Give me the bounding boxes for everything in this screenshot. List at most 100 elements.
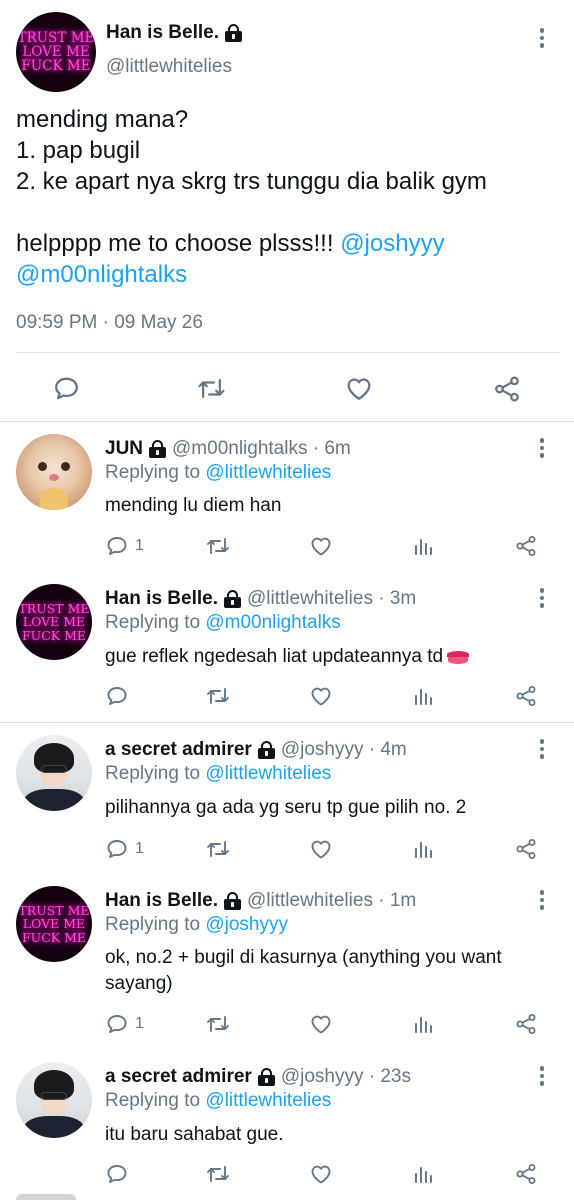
more-options-icon[interactable] bbox=[539, 28, 545, 48]
replying-prefix: Replying to bbox=[105, 914, 206, 935]
display-name[interactable]: JUN bbox=[105, 438, 143, 460]
reply-tweet[interactable]: JUN @m00nlightalks · 6m Replying to @lit… bbox=[0, 422, 574, 572]
reply-text: pilihannya ga ada yg seru tp gue pilih n… bbox=[105, 797, 467, 818]
tweet-text-line: 1. pap bugil bbox=[16, 137, 141, 164]
reply-tweet[interactable]: a secret admirer @joshyyy · 23s Replying… bbox=[0, 1050, 574, 1200]
handle-time: @littlewhitelies · 3m bbox=[247, 588, 417, 609]
tweet-text-line: @m00nlightalks bbox=[16, 259, 561, 290]
tweet-text-segment: helpppp me to choose plsss!!! bbox=[16, 230, 341, 257]
replying-prefix: Replying to bbox=[105, 612, 206, 633]
replying-to: Replying to @joshyyy bbox=[105, 914, 288, 936]
reply-text: itu baru sahabat gue. bbox=[105, 1124, 284, 1145]
reply-count: 1 bbox=[135, 840, 144, 857]
share-icon[interactable] bbox=[514, 684, 538, 708]
reply-tweet[interactable]: TRUST ME LOVE ME FUCK ME Han is Belle. @… bbox=[0, 572, 574, 722]
share-icon[interactable] bbox=[514, 1012, 538, 1036]
mention-link[interactable]: @joshyyy bbox=[205, 914, 288, 935]
more-options-icon[interactable] bbox=[539, 1066, 545, 1086]
display-name[interactable]: Han is Belle. bbox=[106, 22, 242, 44]
like-icon[interactable] bbox=[344, 374, 374, 403]
handle-time: @joshyyy · 23s bbox=[280, 1066, 411, 1087]
display-name-text: Han is Belle. bbox=[106, 22, 219, 43]
share-icon[interactable] bbox=[514, 1162, 538, 1186]
mention-link[interactable]: @m00nlightalks bbox=[205, 612, 340, 633]
reply-tweet[interactable]: TRUST ME LOVE ME FUCK ME Han is Belle. @… bbox=[0, 874, 574, 1054]
reply-icon[interactable]: 1 bbox=[105, 534, 144, 558]
display-name[interactable]: Han is Belle. bbox=[105, 588, 218, 610]
more-options-icon[interactable] bbox=[539, 890, 545, 910]
reply-icon[interactable]: 1 bbox=[105, 1012, 144, 1036]
analytics-icon[interactable] bbox=[413, 684, 435, 708]
reply-header: a secret admirer @joshyyy · 4m bbox=[105, 739, 407, 761]
avatar-text-line: LOVE ME bbox=[22, 916, 86, 932]
reply-count: 1 bbox=[135, 537, 144, 554]
neon-sign-image: TRUST ME LOVE ME FUCK ME bbox=[16, 584, 92, 660]
lock-icon bbox=[257, 741, 275, 759]
avatar[interactable]: TRUST ME LOVE ME FUCK ME bbox=[16, 584, 92, 660]
avatar[interactable] bbox=[16, 735, 92, 811]
lock-icon bbox=[225, 24, 242, 42]
retweet-icon[interactable] bbox=[205, 684, 231, 708]
display-name[interactable]: Han is Belle. bbox=[105, 890, 218, 912]
display-name[interactable]: a secret admirer bbox=[105, 1066, 252, 1088]
analytics-icon[interactable] bbox=[413, 1012, 435, 1036]
timestamp[interactable]: 09:59 PM · 09 May 26 bbox=[16, 312, 203, 334]
tweet-actions bbox=[0, 366, 574, 412]
replying-to: Replying to @littlewhitelies bbox=[105, 462, 331, 484]
reply-header: Han is Belle. @littlewhitelies · 1m bbox=[105, 890, 416, 912]
avatar-text-line: FUCK ME bbox=[21, 929, 86, 945]
share-icon[interactable] bbox=[514, 837, 538, 861]
share-icon[interactable] bbox=[492, 374, 522, 404]
lips-emoji bbox=[445, 650, 471, 664]
mention-link[interactable]: @littlewhitelies bbox=[205, 462, 331, 483]
analytics-icon[interactable] bbox=[413, 1162, 435, 1186]
avatar-text-line: LOVE ME bbox=[22, 614, 86, 630]
like-icon[interactable] bbox=[309, 837, 333, 861]
retweet-icon[interactable] bbox=[196, 374, 227, 403]
more-options-icon[interactable] bbox=[539, 588, 545, 608]
avatar[interactable] bbox=[16, 1062, 92, 1138]
reply-actions: 1 bbox=[0, 835, 574, 865]
reply-header: Han is Belle. @littlewhitelies · 3m bbox=[105, 588, 416, 610]
neon-sign-image: TRUST ME LOVE ME FUCK ME bbox=[16, 886, 92, 962]
mention-link[interactable]: @m00nlightalks bbox=[16, 261, 187, 288]
avatar[interactable] bbox=[16, 434, 92, 510]
main-tweet: TRUST ME LOVE ME FUCK ME Han is Belle. @… bbox=[0, 0, 574, 420]
retweet-icon[interactable] bbox=[205, 1162, 231, 1186]
like-icon[interactable] bbox=[309, 684, 333, 708]
avatar[interactable]: TRUST ME LOVE ME FUCK ME bbox=[16, 886, 92, 962]
mention-link[interactable]: @littlewhitelies bbox=[205, 1090, 331, 1111]
reply-tweet[interactable]: a secret admirer @joshyyy · 4m Replying … bbox=[0, 723, 574, 873]
avatar[interactable]: TRUST ME LOVE ME FUCK ME bbox=[16, 12, 96, 92]
reply-icon[interactable] bbox=[105, 1162, 135, 1186]
like-icon[interactable] bbox=[309, 1162, 333, 1186]
handle[interactable]: @littlewhitelies bbox=[106, 56, 232, 78]
tweet-text: mending mana? 1. pap bugil 2. ke apart n… bbox=[16, 104, 561, 290]
handle-time: @joshyyy · 4m bbox=[280, 739, 407, 760]
replying-prefix: Replying to bbox=[105, 1090, 206, 1111]
retweet-icon[interactable] bbox=[205, 837, 231, 861]
tweet-text-line: helpppp me to choose plsss!!! @joshyyy bbox=[16, 228, 561, 259]
share-icon[interactable] bbox=[514, 534, 538, 558]
tweet-text-line bbox=[16, 197, 561, 228]
mention-link[interactable]: @littlewhitelies bbox=[205, 763, 331, 784]
reply-icon[interactable] bbox=[105, 684, 135, 708]
like-icon[interactable] bbox=[309, 534, 333, 558]
analytics-icon[interactable] bbox=[413, 534, 435, 558]
tweet-text-line: 2. ke apart nya skrg trs tunggu dia bali… bbox=[16, 168, 487, 195]
reply-text-content: gue reflek ngedesah liat updateannya td bbox=[105, 646, 444, 667]
retweet-icon[interactable] bbox=[205, 1012, 231, 1036]
reply-icon[interactable]: 1 bbox=[105, 837, 144, 861]
reply-header: a secret admirer @joshyyy · 23s bbox=[105, 1066, 411, 1088]
mention-link[interactable]: @joshyyy bbox=[340, 230, 444, 257]
lock-icon bbox=[149, 440, 167, 458]
avatar-text-line: FUCK ME bbox=[21, 627, 86, 643]
tweet-text-line: mending mana? bbox=[16, 106, 189, 133]
analytics-icon[interactable] bbox=[413, 837, 435, 861]
like-icon[interactable] bbox=[309, 1012, 333, 1036]
retweet-icon[interactable] bbox=[205, 534, 231, 558]
display-name[interactable]: a secret admirer bbox=[105, 739, 252, 761]
reply-icon[interactable] bbox=[52, 374, 81, 403]
more-options-icon[interactable] bbox=[539, 438, 545, 458]
more-options-icon[interactable] bbox=[539, 739, 545, 759]
